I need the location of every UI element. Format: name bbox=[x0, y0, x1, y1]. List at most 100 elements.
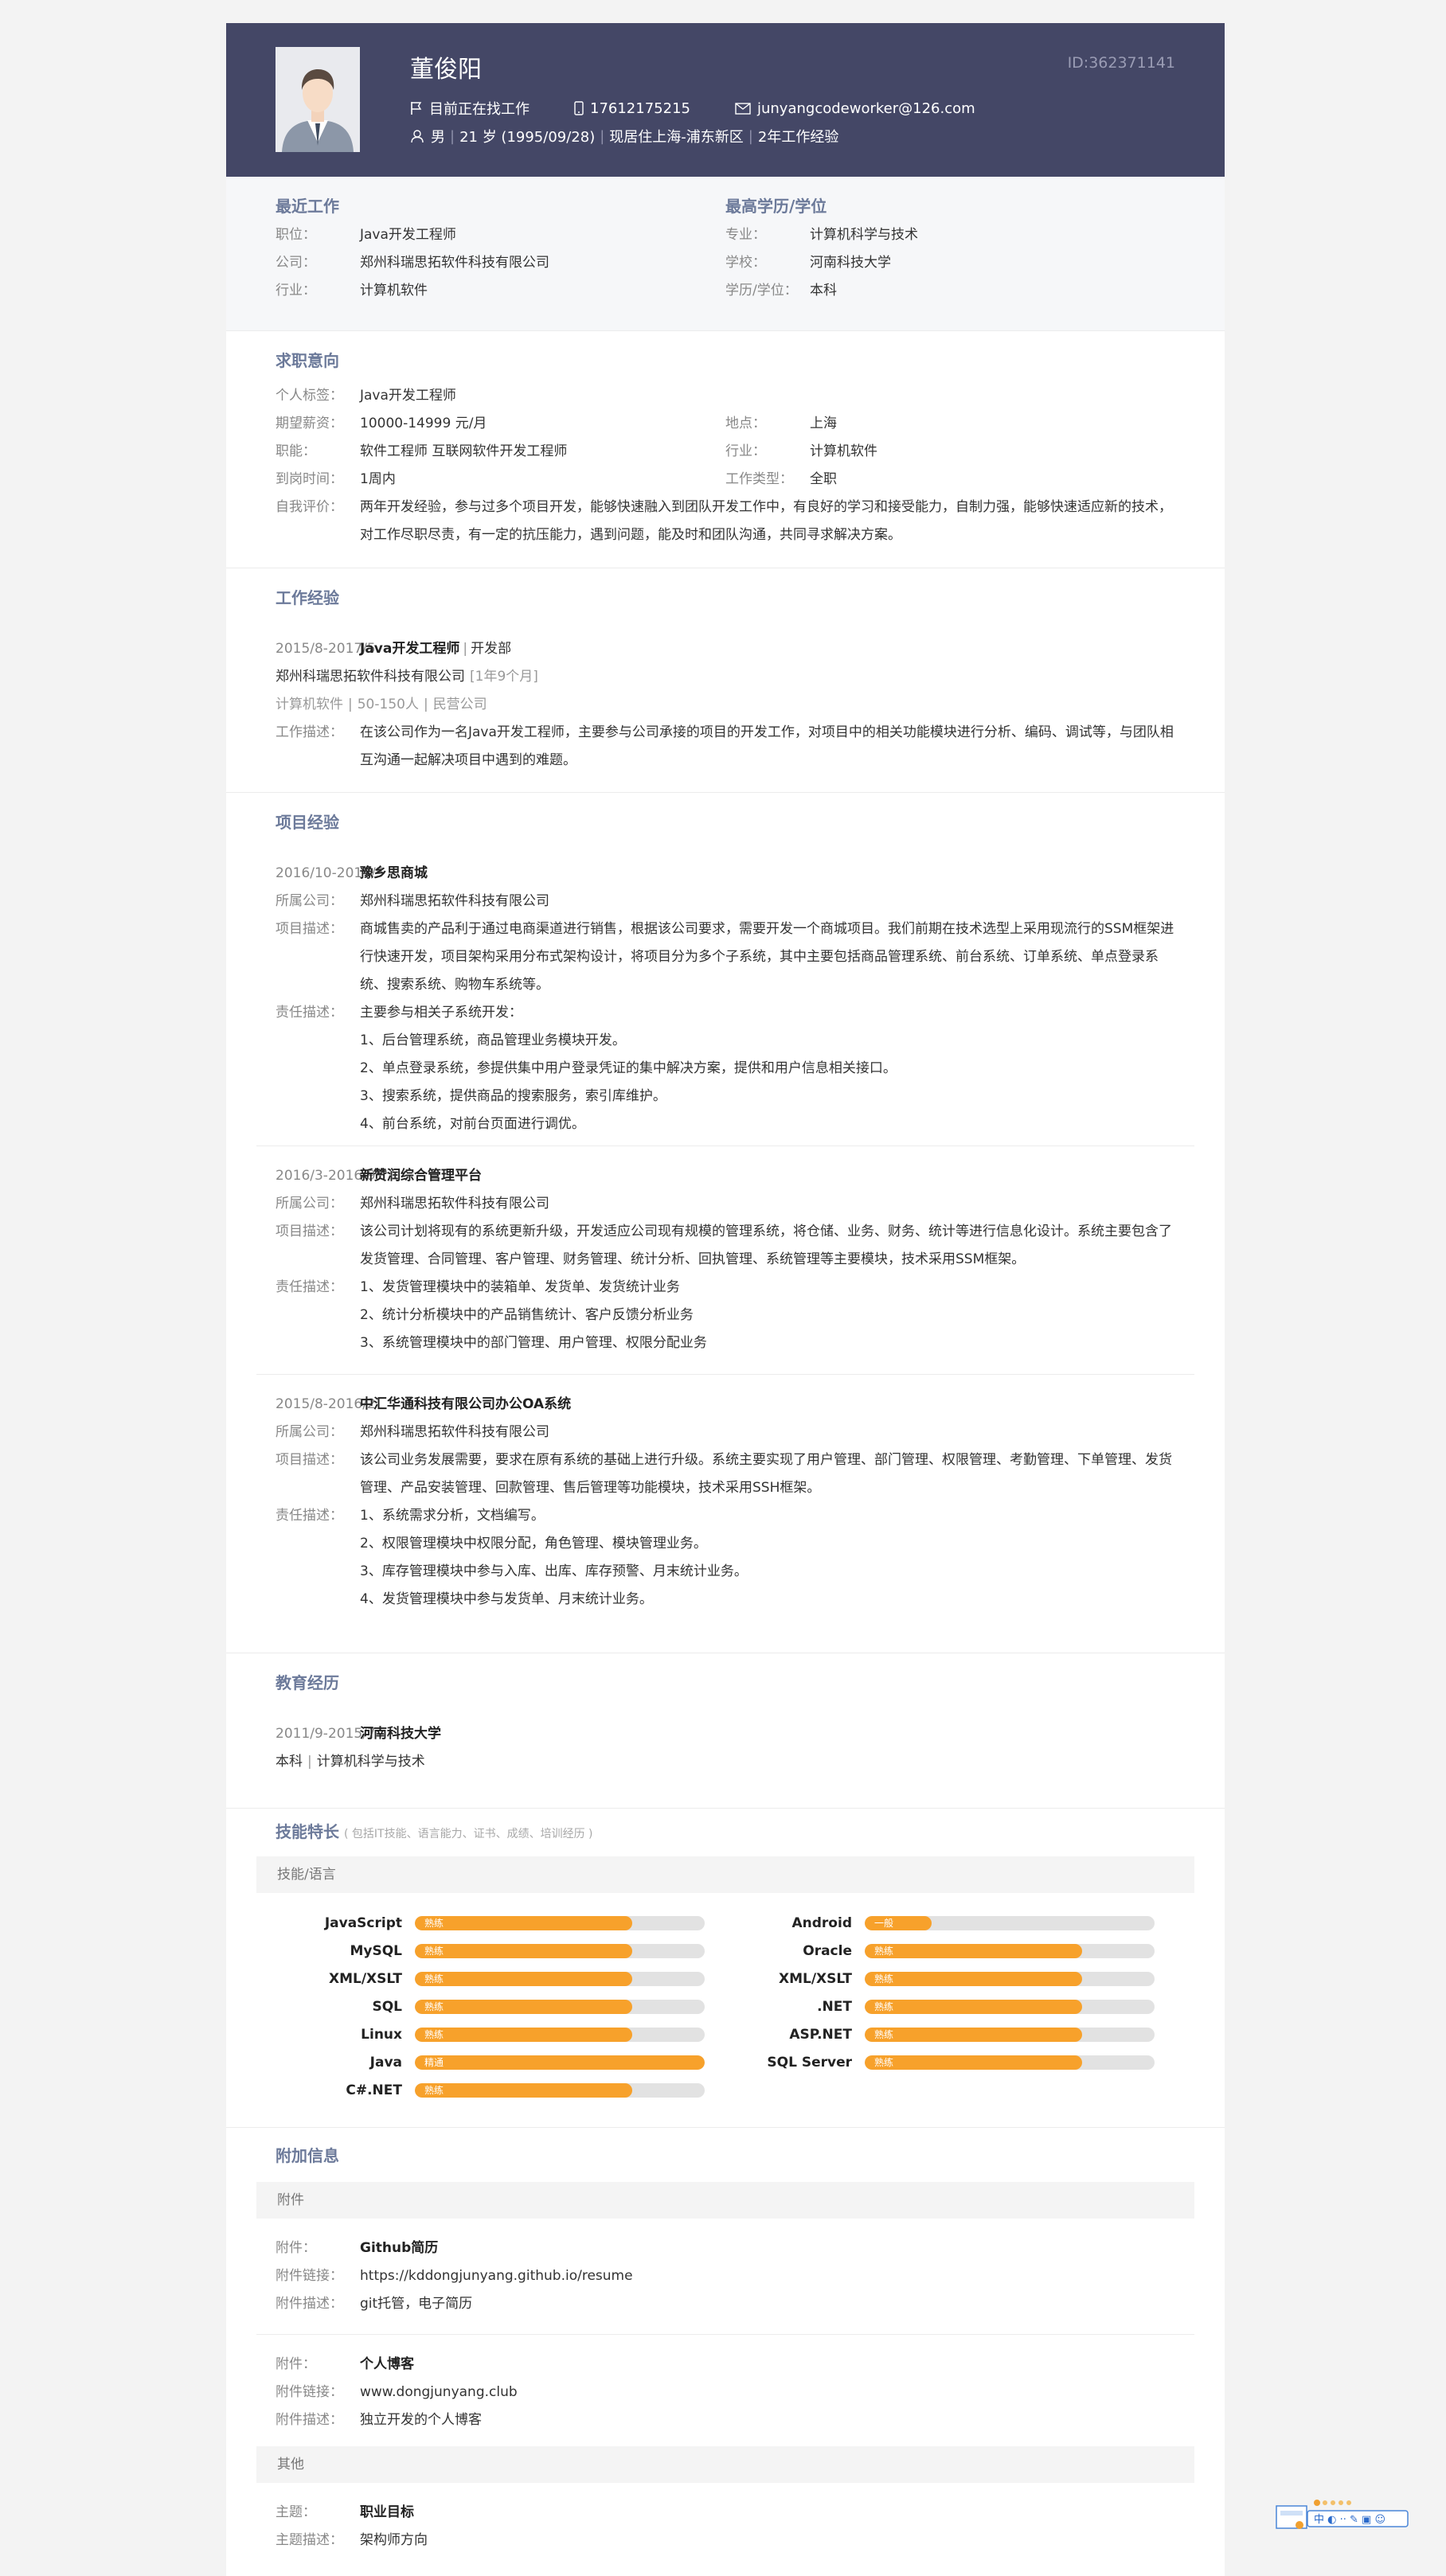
skill-row: XML/XSLT 熟练 bbox=[725, 1965, 1175, 1992]
skill-column-left: JavaScript 熟练 MySQL 熟练 XML/XSLT 熟练 SQL 熟练 Linux 熟… bbox=[276, 1909, 725, 2104]
school: 河南科技大学 bbox=[810, 255, 891, 271]
personal-tag: Java开发工程师 bbox=[360, 388, 456, 404]
skill-level-bar: 熟练 bbox=[865, 2055, 1155, 2070]
ime-toolbar-icon[interactable]: 中 ◐ ·· ✎ ▣ ☺ bbox=[1276, 2498, 1409, 2530]
skill-name: MySQL bbox=[350, 1942, 402, 1959]
skill-name: C#.NET bbox=[346, 2082, 402, 2098]
desired-location: 上海 bbox=[810, 416, 837, 431]
education-major: 计算机科学与技术 bbox=[316, 1754, 425, 1770]
attachment-link[interactable]: https://kddongjunyang.github.io/resume bbox=[360, 2262, 633, 2290]
age: 21 岁 (1995/09/28) bbox=[459, 129, 596, 146]
skill-level-label: 熟练 bbox=[424, 1973, 444, 1985]
project-period: 2016/3-2016/9 bbox=[276, 1168, 376, 1184]
recent-work-title: 最近工作 bbox=[276, 197, 339, 216]
skill-row: ASP.NET 熟练 bbox=[725, 2020, 1175, 2048]
skill-level-fill bbox=[865, 2055, 1082, 2070]
project-description: 该公司业务发展需要，要求在原有系统的基础上进行升级。系统主要实现了用户管理、部门… bbox=[360, 1452, 1172, 1496]
skill-level-fill bbox=[865, 1999, 1082, 2014]
project-period: 2016/10-2017/5 bbox=[276, 865, 385, 881]
skill-row: Oracle 熟练 bbox=[725, 1937, 1175, 1965]
skill-row: SQL Server 熟练 bbox=[725, 2048, 1175, 2076]
skill-level-bar: 一般 bbox=[865, 1915, 1155, 1930]
avatar-placeholder-icon bbox=[276, 47, 360, 152]
gender: 男 bbox=[431, 129, 445, 146]
email-address[interactable]: junyangcodeworker@126.com bbox=[757, 100, 975, 117]
attachment-link[interactable]: www.dongjunyang.club bbox=[360, 2379, 518, 2406]
skills-title: 技能特长 bbox=[276, 1822, 339, 1841]
project-duty: 3、系统管理模块中的部门管理、用户管理、权限分配业务 bbox=[360, 1335, 707, 1351]
phone-number: 17612175215 bbox=[590, 100, 690, 117]
skill-level-bar: 熟练 bbox=[415, 1915, 705, 1930]
work-company-size: 50-150人 bbox=[357, 697, 419, 712]
education-period: 2011/9-2015/7 bbox=[276, 1726, 376, 1742]
project-description: 商城售卖的产品利于通过电商渠道进行销售，根据该公司要求，需要开发一个商城项目。我… bbox=[360, 921, 1174, 993]
work-type: 全职 bbox=[810, 471, 837, 487]
recent-work-block: 最近工作 职位： Java开发工程师 公司： 郑州科瑞思拓软件科技有限公司 行业：计… bbox=[276, 193, 725, 305]
topic-name: 职业目标 bbox=[360, 2504, 414, 2520]
avatar bbox=[276, 47, 360, 152]
skill-level-bar: 熟练 bbox=[865, 1943, 1155, 1958]
project-duty: 4、前台系统，对前台页面进行调优。 bbox=[360, 1116, 585, 1132]
skill-level-bar: 熟练 bbox=[865, 1999, 1155, 2014]
resume-id: ID:362371141 bbox=[1067, 54, 1175, 72]
project-name: 中汇华通科技有限公司办公OA系统 bbox=[360, 1396, 572, 1412]
work-experience-section: 工作经验 2015/8-2017/5 Java开发工程师 | 开发部 郑州科瑞思… bbox=[226, 568, 1225, 793]
desired-industry: 计算机软件 bbox=[810, 443, 877, 459]
job-intent-title: 求职意向 bbox=[276, 351, 339, 370]
topic-description: 架构师方向 bbox=[360, 2532, 428, 2548]
project-name: 豫乡思商城 bbox=[360, 865, 428, 881]
skill-level-bar: 熟练 bbox=[865, 2027, 1155, 2042]
skill-name: Java bbox=[369, 2054, 402, 2071]
skill-level-label: 熟练 bbox=[874, 2028, 894, 2040]
attachment-name: Github简历 bbox=[360, 2240, 439, 2256]
skill-level-fill bbox=[415, 1999, 632, 2014]
skill-name: JavaScript bbox=[324, 1914, 402, 1931]
project-duty: 1、发货管理模块中的装箱单、发货单、发货统计业务 bbox=[360, 1279, 680, 1295]
skill-name: .NET bbox=[817, 1998, 852, 2015]
project-entry: 2015/8-2016/2 中汇华通科技有限公司办公OA系统 所属公司： 郑州科瑞思… bbox=[276, 1391, 1175, 1614]
project-duty: 2、单点登录系统，参提供集中用户登录凭证的集中解决方案，提供和用户信息相关接口。 bbox=[360, 1060, 897, 1076]
education-section: 教育经历 2011/9-2015/7 河南科技大学 本科 | 计算机科学与技术 bbox=[226, 1653, 1225, 1809]
ime-toolbar-chars: 中 ◐ ·· ✎ ▣ ☺ bbox=[1314, 2514, 1385, 2526]
email-item: junyangcodeworker@126.com bbox=[735, 100, 975, 117]
project-duty: 3、库存管理模块中参与入库、出库、库存预警、月末统计业务。 bbox=[360, 1563, 748, 1579]
project-name: 新赞润综合管理平台 bbox=[360, 1168, 482, 1184]
skill-level-bar: 熟练 bbox=[865, 1971, 1155, 1986]
project-duty: 3、搜索系统，提供商品的搜索服务，索引库维护。 bbox=[360, 1088, 666, 1104]
skill-level-label: 熟练 bbox=[424, 1945, 444, 1957]
skill-name: Linux bbox=[361, 2026, 402, 2043]
top-education-block: 最高学历/学位 专业： 计算机科学与技术 学校： 河南科技大学 学历/学位： 本科 bbox=[725, 193, 1175, 305]
project-duty: 2、统计分析模块中的产品销售统计、客户反馈分析业务 bbox=[360, 1307, 694, 1323]
skill-level-fill bbox=[865, 1943, 1082, 1958]
work-duration: [1年9个月] bbox=[470, 669, 538, 685]
additional-info-title: 附加信息 bbox=[276, 2146, 339, 2165]
status-item: 目前正在找工作 bbox=[410, 98, 530, 119]
current-location: 现居住上海-浦东新区 bbox=[609, 129, 744, 146]
skill-level-label: 熟练 bbox=[874, 2000, 894, 2012]
other-subtitle: 其他 bbox=[256, 2446, 1194, 2483]
education-title: 教育经历 bbox=[276, 1673, 339, 1692]
skill-row: MySQL 熟练 bbox=[276, 1937, 725, 1965]
skill-level-label: 熟练 bbox=[874, 2056, 894, 2068]
skill-level-fill bbox=[415, 1915, 632, 1930]
skill-name: Android bbox=[791, 1914, 853, 1931]
flag-icon bbox=[411, 102, 422, 115]
skill-row: Android 一般 bbox=[725, 1909, 1175, 1937]
project-entry: 2016/3-2016/9 新赞润综合管理平台 所属公司： 郑州科瑞思拓软件科技有限… bbox=[276, 1162, 1175, 1374]
arrival-time: 1周内 bbox=[360, 471, 396, 487]
skill-column-right: Android 一般 Oracle 熟练 XML/XSLT 熟练 .NET 熟练 ASP.NET… bbox=[725, 1909, 1175, 2104]
resume-page: 董俊阳 ID:362371141 目前正在找工作 17612175215 jun… bbox=[226, 23, 1225, 2576]
skill-level-bar: 熟练 bbox=[415, 2082, 705, 2098]
education-school: 河南科技大学 bbox=[360, 1726, 441, 1742]
skills-hint: ( 包括IT技能、语言能力、证书、成绩、培训经历 ) bbox=[344, 1828, 593, 1840]
attachment-description: 独立开发的个人博客 bbox=[360, 2412, 482, 2428]
skill-level-label: 精通 bbox=[424, 2056, 444, 2068]
project-description: 该公司计划将现有的系统更新升级，开发适应公司现有规模的管理系统，将仓储、业务、财… bbox=[360, 1224, 1172, 1267]
skill-level-label: 熟练 bbox=[424, 1917, 444, 1929]
skill-level-fill bbox=[415, 2027, 632, 2042]
ime-toolbar-widget[interactable]: 中 ◐ ·· ✎ ▣ ☺ bbox=[1276, 2498, 1409, 2530]
project-duty: 1、后台管理系统，商品管理业务模块开发。 bbox=[360, 1032, 626, 1048]
top-education-title: 最高学历/学位 bbox=[725, 197, 827, 216]
project-duty: 2、权限管理模块中权限分配，角色管理、模块管理业务。 bbox=[360, 1536, 707, 1551]
major: 计算机科学与技术 bbox=[810, 227, 918, 243]
